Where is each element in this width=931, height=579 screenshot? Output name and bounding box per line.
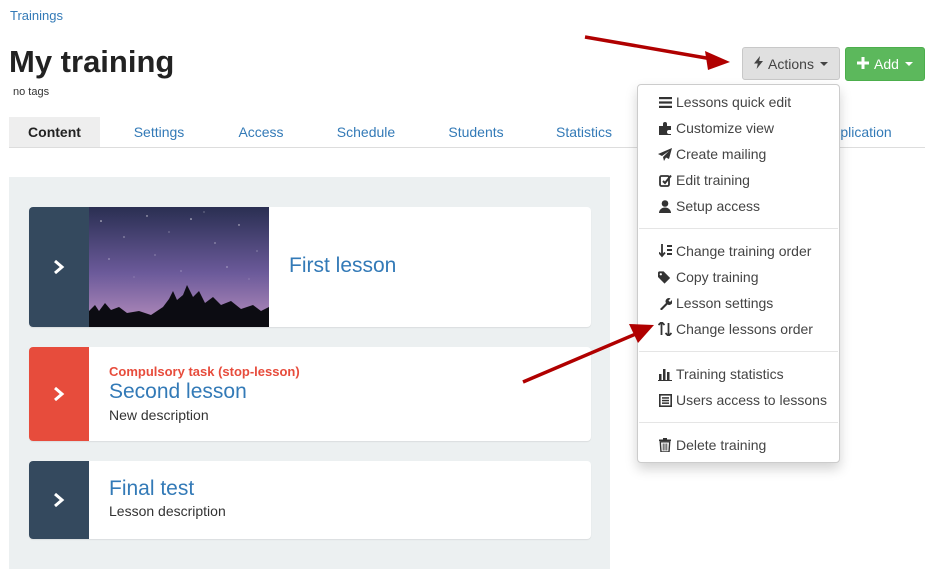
- tab-settings[interactable]: Settings: [119, 117, 199, 147]
- lesson-card-first[interactable]: First lesson: [29, 207, 591, 327]
- menu-customize-view[interactable]: Customize view: [658, 117, 774, 139]
- lesson-card-second[interactable]: Compulsory task (stop-lesson) Second les…: [29, 347, 591, 441]
- tab-application[interactable]: plication: [831, 117, 901, 147]
- chevron-right-icon: [54, 387, 65, 401]
- lesson-open-button[interactable]: [29, 207, 89, 327]
- lesson-open-button[interactable]: [29, 461, 89, 539]
- list-icon: [658, 95, 672, 109]
- lesson-title[interactable]: Second lesson: [109, 380, 247, 404]
- breadcrumb[interactable]: Trainings: [10, 8, 63, 23]
- tab-content[interactable]: Content: [9, 117, 100, 147]
- menu-training-statistics[interactable]: Training statistics: [658, 363, 784, 385]
- lesson-description: Lesson description: [109, 503, 226, 519]
- caret-down-icon: [819, 61, 828, 66]
- menu-divider: [639, 422, 838, 423]
- tab-students[interactable]: Students: [434, 117, 518, 147]
- list-alt-icon: [658, 393, 672, 407]
- sort-order-icon: [658, 244, 672, 258]
- lesson-open-button[interactable]: [29, 347, 89, 441]
- bar-chart-icon: [658, 367, 672, 381]
- actions-dropdown-menu: Lessons quick edit Customize view Create…: [637, 84, 840, 463]
- edit-icon: [658, 173, 672, 187]
- sort-arrows-icon: [658, 322, 672, 336]
- menu-setup-access[interactable]: Setup access: [658, 195, 760, 217]
- actions-button-label: Actions: [768, 55, 814, 72]
- annotation-arrowhead-actions: [705, 51, 730, 70]
- chevron-right-icon: [54, 493, 65, 507]
- tags-icon: [658, 270, 672, 284]
- stop-lesson-label: Compulsory task (stop-lesson): [109, 364, 300, 379]
- trash-icon: [658, 438, 672, 452]
- menu-divider: [639, 228, 838, 229]
- menu-delete-training[interactable]: Delete training: [658, 434, 766, 456]
- user-icon: [658, 199, 672, 213]
- menu-lesson-settings[interactable]: Lesson settings: [658, 292, 773, 314]
- wrench-icon: [658, 296, 672, 310]
- bolt-icon: [754, 55, 764, 72]
- lesson-card-final[interactable]: Final test Lesson description: [29, 461, 591, 539]
- tab-schedule[interactable]: Schedule: [324, 117, 408, 147]
- menu-divider: [639, 351, 838, 352]
- caret-down-icon: [904, 62, 913, 66]
- annotation-arrow-actions: [584, 35, 713, 61]
- paper-plane-icon: [658, 147, 672, 161]
- menu-users-access-to-lessons[interactable]: Users access to lessons: [658, 389, 827, 411]
- lesson-title[interactable]: First lesson: [289, 254, 396, 278]
- actions-button[interactable]: Actions: [742, 47, 840, 80]
- plus-icon: [857, 56, 870, 72]
- add-button-label: Add: [874, 56, 899, 72]
- lessons-list: First lesson Compulsory task (stop-lesso…: [9, 177, 610, 569]
- menu-copy-training[interactable]: Copy training: [658, 266, 759, 288]
- tab-access[interactable]: Access: [224, 117, 298, 147]
- add-button[interactable]: Add: [845, 47, 925, 81]
- lesson-title[interactable]: Final test: [109, 477, 194, 501]
- menu-change-training-order[interactable]: Change training order: [658, 240, 811, 262]
- menu-edit-training[interactable]: Edit training: [658, 169, 750, 191]
- menu-create-mailing[interactable]: Create mailing: [658, 143, 766, 165]
- training-tags: no tags: [13, 86, 50, 98]
- tab-statistics[interactable]: Statistics: [542, 117, 626, 147]
- chevron-right-icon: [54, 260, 65, 274]
- menu-change-lessons-order[interactable]: Change lessons order: [658, 318, 813, 340]
- menu-lessons-quick-edit[interactable]: Lessons quick edit: [658, 91, 791, 113]
- page-title: My training: [9, 44, 175, 79]
- lesson-thumbnail-image: [89, 207, 269, 327]
- puzzle-icon: [658, 121, 672, 135]
- lesson-description: New description: [109, 407, 209, 423]
